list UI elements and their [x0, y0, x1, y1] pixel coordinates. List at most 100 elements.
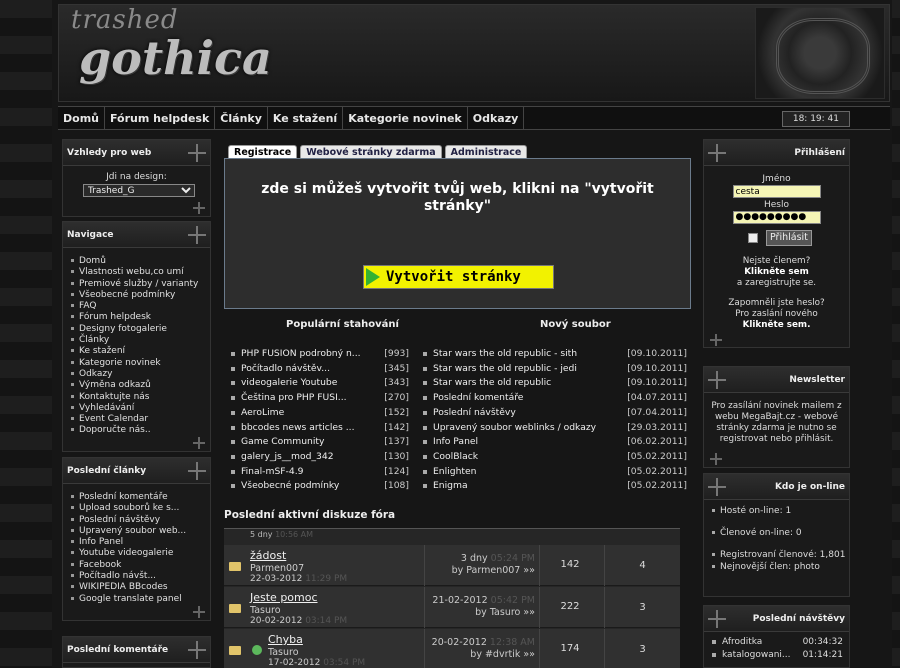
nav-link[interactable]: Premiové služby / varianty [71, 279, 210, 290]
download-item[interactable]: Final-mSF-4.9 [124] [229, 465, 409, 480]
article-link[interactable]: Google translate panel [71, 594, 210, 605]
nav-link[interactable]: Kontaktujte nás [71, 392, 210, 403]
popular-downloads-list: PHP FUSION podrobný n... [993] Počítadlo … [229, 347, 409, 494]
login-button[interactable]: Přihlásit [766, 230, 812, 246]
remember-checkbox[interactable] [748, 233, 758, 243]
nav-link[interactable]: FAQ [71, 301, 210, 312]
article-link[interactable]: Upload souborů ke s... [71, 503, 210, 514]
panel-newsletter-title: Newsletter [789, 375, 845, 385]
thread-last-post: 21-02-2012 05:42 PM by Tasuro »» [424, 587, 540, 628]
newfile-item[interactable]: CoolBlack [05.02.2011] [421, 450, 687, 465]
nav-news-categories[interactable]: Kategorie novinek [343, 107, 468, 129]
thread-author[interactable]: Tasuro [250, 605, 281, 616]
thread-date: 22-03-2012 11:29 PM [250, 574, 348, 584]
article-link[interactable]: Youtube videogalerie [71, 548, 210, 559]
nav-articles[interactable]: Články [215, 107, 268, 129]
design-label: Jdi na design: [106, 172, 167, 182]
create-pages-label: Vytvořit stránky [386, 269, 521, 285]
nav-link[interactable]: Vlastnosti webu,co umí [71, 267, 210, 278]
username-label: Jméno [762, 174, 791, 184]
login-form: Jméno Heslo ●●●●●●●●● Přihlásit Nejste č… [704, 166, 849, 331]
thread-date: 17-02-2012 03:54 PM [268, 658, 366, 668]
nav-links[interactable]: Odkazy [468, 107, 525, 129]
not-member-text: Nejste členem? [742, 256, 811, 266]
forum-row: žádost Parmen007 22-03-2012 11:29 PM 3 d… [224, 545, 680, 586]
article-link[interactable]: WIKIPEDIA BBcodes [71, 582, 210, 593]
article-link[interactable]: Upravený soubor web... [71, 526, 210, 537]
download-item[interactable]: Počítadlo návštěv... [345] [229, 362, 409, 377]
design-select[interactable]: Trashed_G [83, 184, 195, 197]
download-item[interactable]: AeroLime [152] [229, 406, 409, 421]
nav-link[interactable]: Fórum helpdesk [71, 312, 210, 323]
nav-link[interactable]: Články [71, 335, 210, 346]
thread-title[interactable]: Chyba [268, 633, 303, 646]
newfile-item[interactable]: Star wars the old republic - sith [09.10.… [421, 347, 687, 362]
move-cross-icon [193, 437, 205, 449]
nav-link[interactable]: Doporučte nás.. [71, 425, 210, 436]
right-border-decoration [892, 0, 900, 668]
nav-link[interactable]: Ke stažení [71, 346, 210, 357]
nav-home[interactable]: Domů [58, 107, 105, 129]
tab-bar: Registrace Webové stránky zdarma Adminis… [228, 145, 528, 159]
logo-main-text[interactable]: gothica [79, 31, 272, 85]
move-cross-icon [706, 142, 728, 164]
last-post-link[interactable]: by Tasuro »» [475, 607, 535, 618]
forgot-link[interactable]: Klikněte sem. [743, 320, 811, 330]
newfile-item[interactable]: Poslední návštěvy [07.04.2011] [421, 406, 687, 421]
thread-last-post: 3 dny 05:24 PM by Parmen007 »» [424, 545, 540, 586]
nav-link[interactable]: Domů [71, 256, 210, 267]
download-item[interactable]: bbcodes news articles ... [142] [229, 421, 409, 436]
panel-navigation-title: Navigace [67, 230, 114, 240]
visit-item[interactable]: Afroditka 00:34:32 [712, 636, 849, 649]
nav-link[interactable]: Odkazy [71, 369, 210, 380]
thread-author[interactable]: Parmen007 [250, 563, 304, 574]
thread-views: 174 [560, 643, 580, 654]
register-link[interactable]: Klikněte sem [744, 267, 809, 277]
username-input[interactable] [732, 185, 821, 198]
move-cross-icon [193, 202, 205, 214]
last-post-link[interactable]: by #dvrtik »» [470, 649, 535, 660]
tab-free-web[interactable]: Webové stránky zdarma [300, 145, 442, 159]
article-link[interactable]: Facebook [71, 560, 210, 571]
move-cross-icon [706, 608, 728, 630]
article-link[interactable]: Poslední komentáře [71, 492, 210, 503]
newfile-item[interactable]: Enigma [05.02.2011] [421, 479, 687, 494]
nav-link[interactable]: Designy fotogalerie [71, 324, 210, 335]
nav-link[interactable]: Všeobecné podmínky [71, 290, 210, 301]
nav-link[interactable]: Výměna odkazů [71, 380, 210, 391]
tab-administrace[interactable]: Administrace [444, 145, 528, 159]
online-members: Členové on-line: 0 [712, 528, 849, 539]
newfile-item[interactable]: Info Panel [06.02.2011] [421, 435, 687, 450]
nav-downloads[interactable]: Ke stažení [268, 107, 344, 129]
download-item[interactable]: PHP FUSION podrobný n... [993] [229, 347, 409, 362]
article-link[interactable]: Info Panel [71, 537, 210, 548]
article-link[interactable]: Počítadlo návšt... [71, 571, 210, 582]
download-item[interactable]: Všeobecné podmínky [108] [229, 479, 409, 494]
download-item[interactable]: galery_js__mod_342 [130] [229, 450, 409, 465]
download-item[interactable]: videogalerie Youtube [343] [229, 376, 409, 391]
newfile-item[interactable]: Upravený soubor weblinks / odkazy [29.03.… [421, 421, 687, 436]
nav-link[interactable]: Event Calendar [71, 414, 210, 425]
panel-newsletter: Newsletter Pro zasílání novinek mailem z… [703, 366, 850, 468]
download-item[interactable]: Game Community [137] [229, 435, 409, 450]
thread-title[interactable]: Jeste pomoc [250, 591, 318, 604]
thread-author[interactable]: Tasuro [268, 647, 299, 658]
newest-member[interactable]: Nejnovější člen: photo [712, 562, 849, 573]
last-post-link[interactable]: by Parmen007 »» [452, 565, 535, 576]
newfile-item[interactable]: Star wars the old republic - jedi [09.10.… [421, 362, 687, 377]
nav-forum-helpdesk[interactable]: Fórum helpdesk [105, 107, 216, 129]
nav-link[interactable]: Kategorie novinek [71, 358, 210, 369]
newfile-item[interactable]: Star wars the old republic [09.10.2011] [421, 376, 687, 391]
newfile-item[interactable]: Enlighten [05.02.2011] [421, 465, 687, 480]
panel-designs: Vzhledy pro web Jdi na design: Trashed_G [62, 139, 211, 217]
tab-registrace[interactable]: Registrace [228, 145, 298, 159]
thread-title[interactable]: žádost [250, 549, 286, 562]
download-item[interactable]: Čeština pro PHP FUSI... [270] [229, 391, 409, 406]
create-pages-button[interactable]: Vytvořit stránky [363, 265, 554, 289]
visit-item[interactable]: katalogowani... 01:14:21 [712, 649, 849, 662]
password-input[interactable]: ●●●●●●●●● [732, 211, 821, 224]
article-link[interactable]: Poslední návštěvy [71, 515, 210, 526]
newfile-item[interactable]: Poslední komentáře [04.07.2011] [421, 391, 687, 406]
nav-link[interactable]: Vyhledávání [71, 403, 210, 414]
panel-latest-comments: Poslední komentáře [62, 636, 211, 668]
